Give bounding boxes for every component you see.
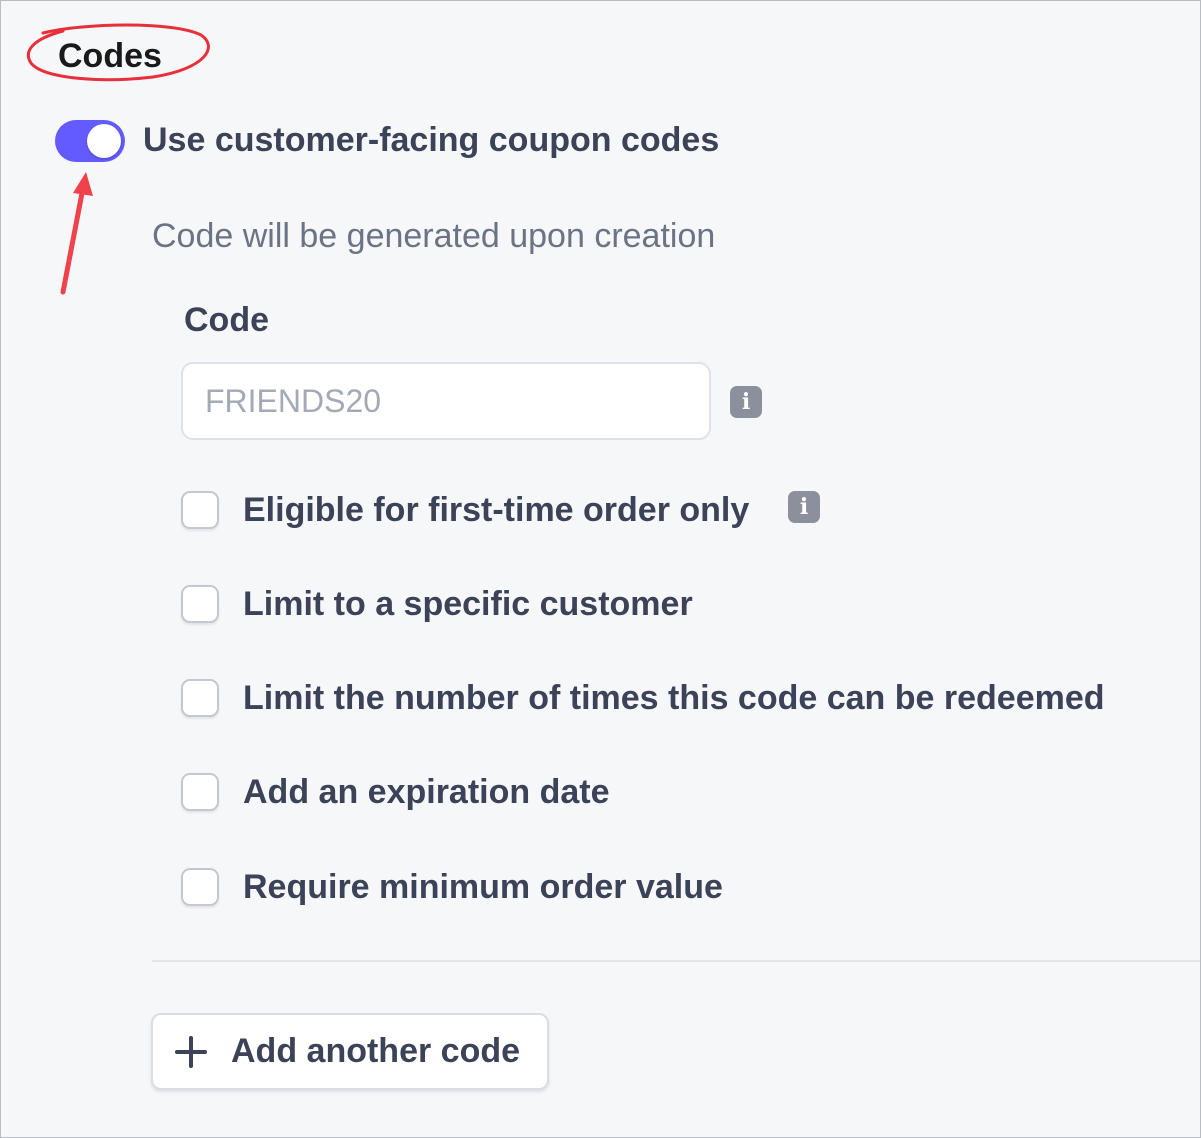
plus-icon [173,1034,209,1070]
minimum-order-checkbox[interactable] [181,868,219,906]
first-time-order-checkbox[interactable] [181,491,219,529]
annotation-arrow [60,172,93,295]
option-first-time-order: Eligible for first-time order only [181,487,749,533]
option-specific-customer: Limit to a specific customer [181,581,693,627]
toggle-label: Use customer-facing coupon codes [143,121,720,159]
option-label: Add an expiration date [243,773,610,811]
expiration-date-checkbox[interactable] [181,773,219,811]
option-label: Limit to a specific customer [243,585,693,623]
code-field-label: Code [184,301,269,339]
coupon-codes-toggle[interactable] [55,120,125,162]
info-icon[interactable]: i [788,491,820,523]
option-expiration-date: Add an expiration date [181,769,610,815]
option-label: Eligible for first-time order only [243,491,750,529]
code-input[interactable] [181,362,711,440]
option-minimum-order: Require minimum order value [181,864,723,910]
section-title: Codes [58,37,162,75]
option-label: Limit the number of times this code can … [243,679,1105,717]
codes-panel: Codes Use customer-facing coupon codes C… [0,0,1201,1138]
divider [152,960,1200,962]
add-another-code-button[interactable]: Add another code [151,1013,549,1090]
toggle-knob [87,124,121,158]
helper-text: Code will be generated upon creation [152,217,716,255]
specific-customer-checkbox[interactable] [181,585,219,623]
option-limit-redemptions: Limit the number of times this code can … [181,675,1105,721]
option-label: Require minimum order value [243,868,723,906]
limit-redemptions-checkbox[interactable] [181,679,219,717]
add-code-label: Add another code [231,1032,521,1070]
info-icon[interactable]: i [730,386,762,418]
